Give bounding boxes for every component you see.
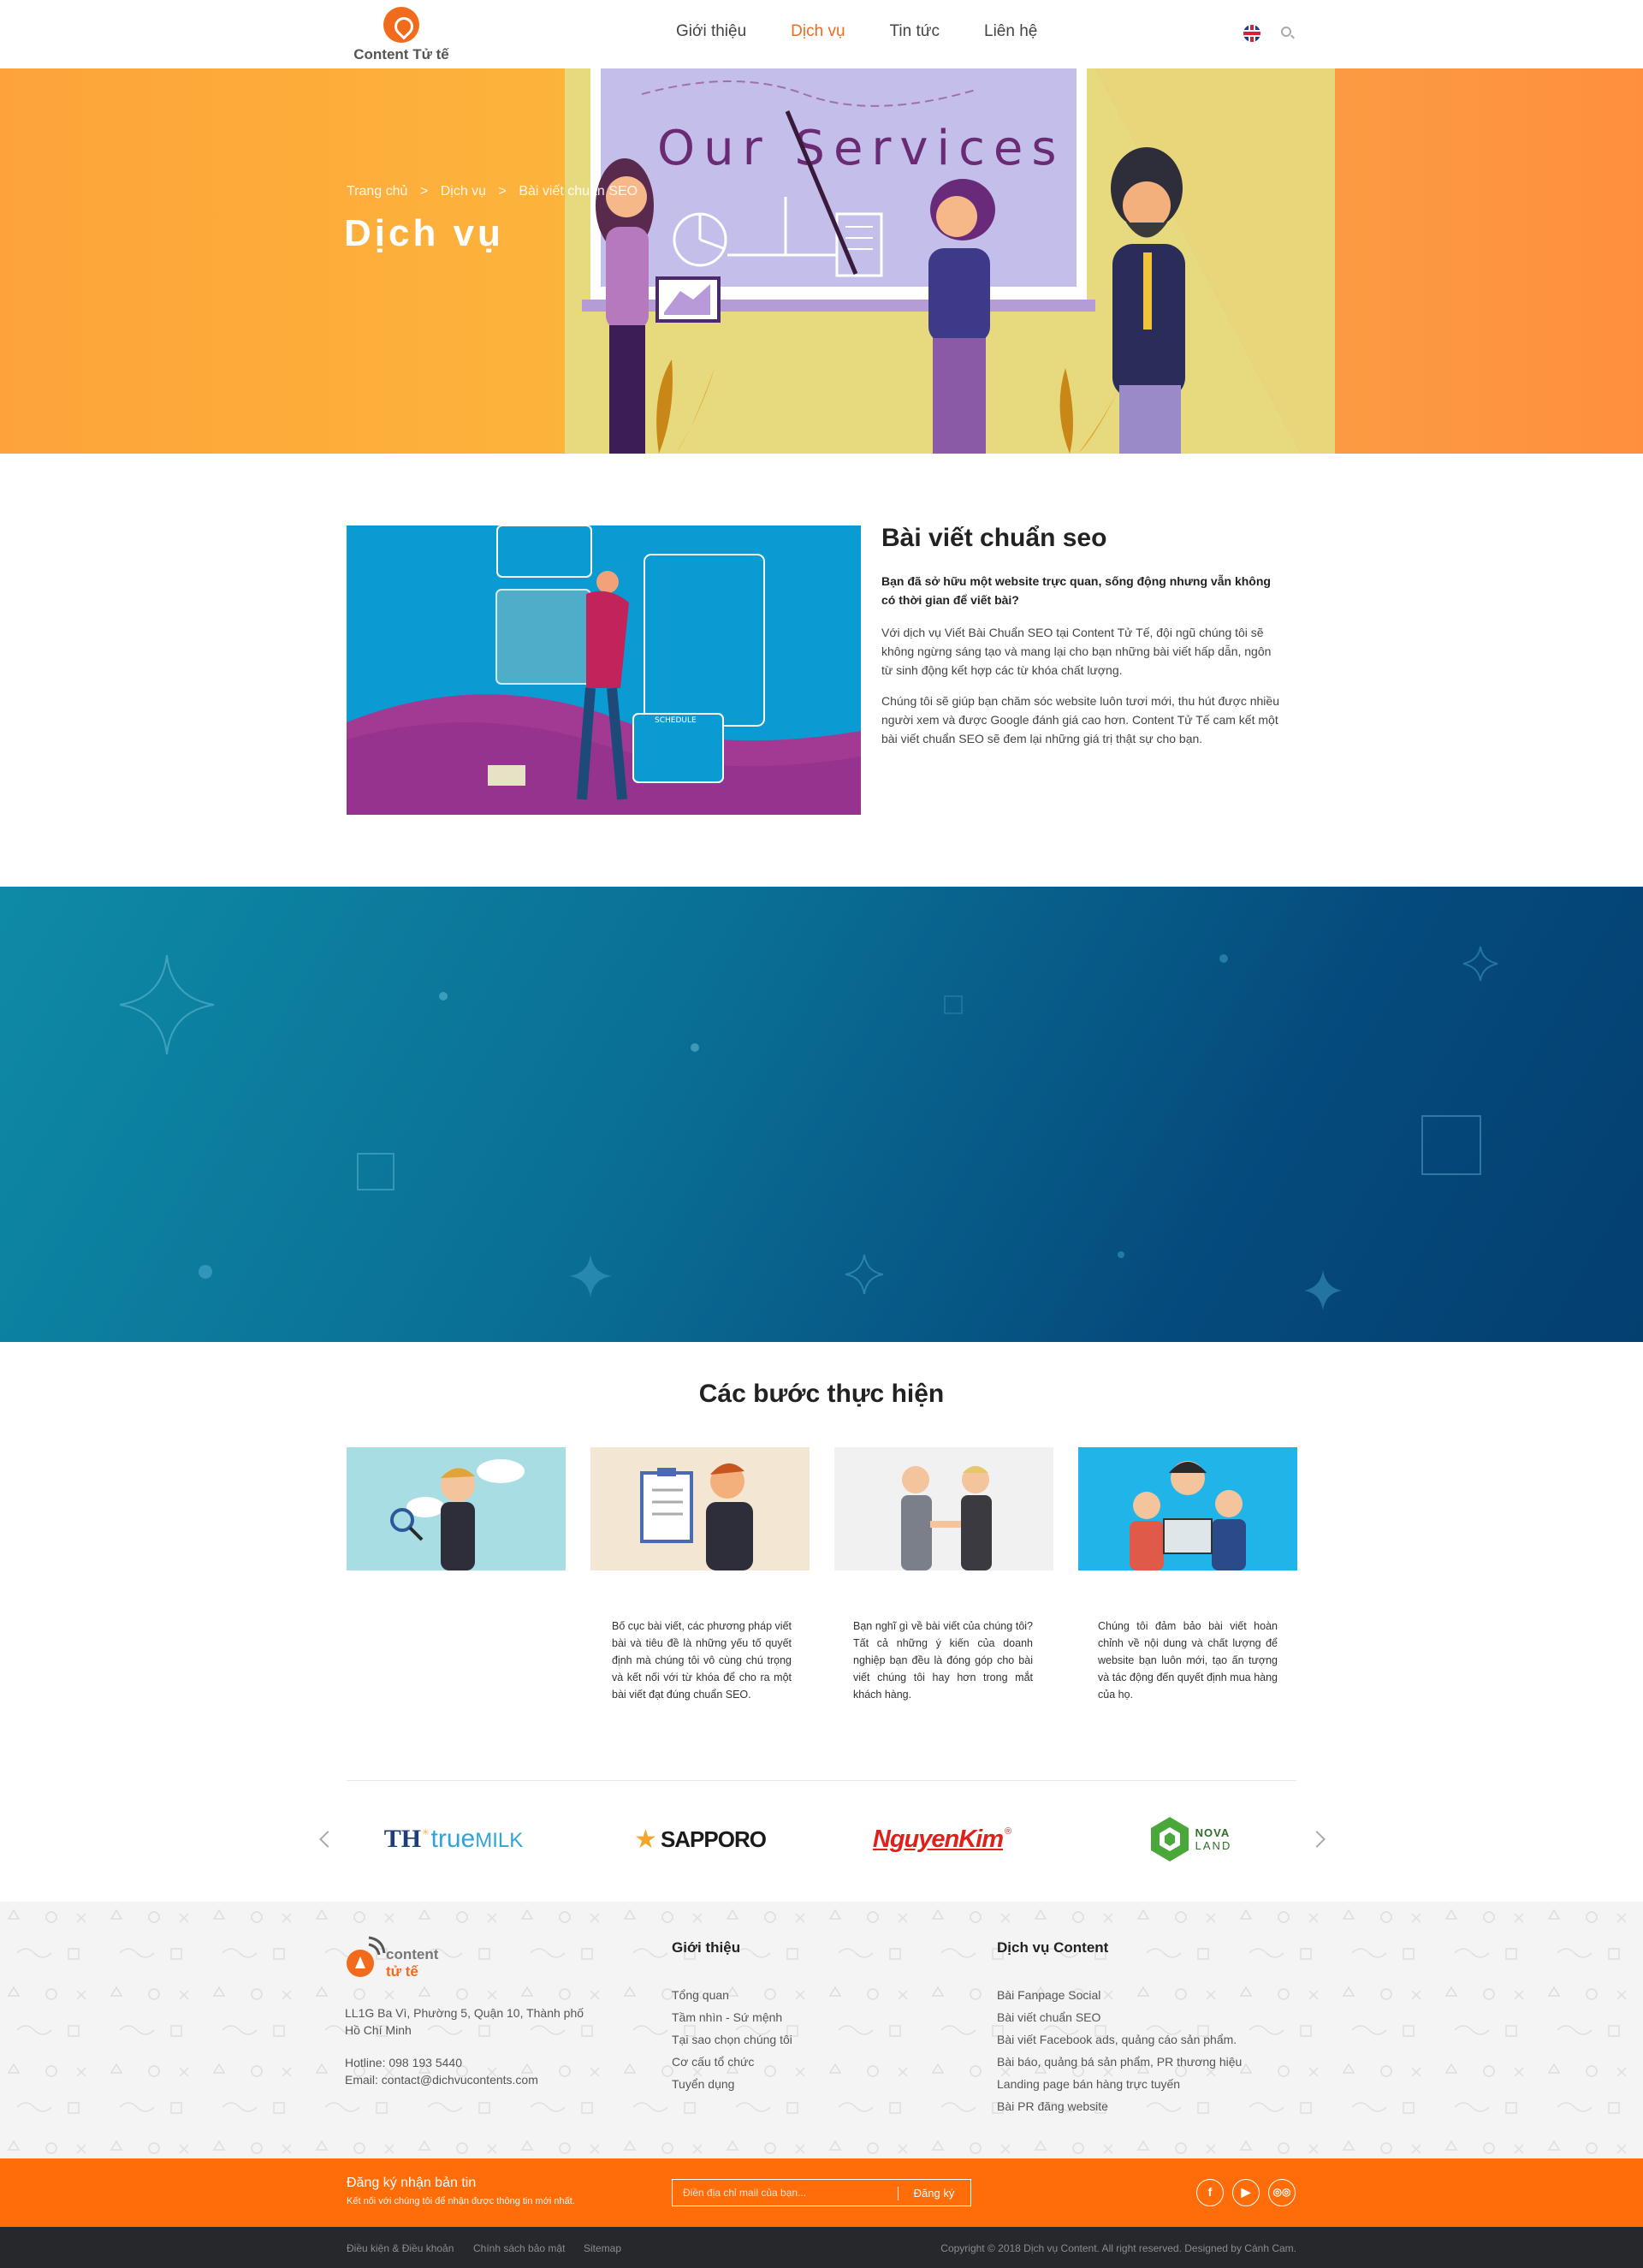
youtube-icon[interactable]: ▶ — [1232, 2179, 1260, 2206]
footer-link[interactable]: Tổng quan — [672, 1984, 792, 2006]
page-title: Dịch vụ — [344, 212, 504, 254]
breadcrumb: Trang chủ > Dịch vụ > Bài viết chuẩn SEO — [347, 184, 646, 199]
copyright-text: Copyright © 2018 Dịch vụ Content. All ri… — [940, 2242, 1296, 2254]
client-milk-text: MILK — [475, 1829, 524, 1852]
uk-flag-icon[interactable] — [1243, 25, 1260, 42]
breadcrumb-services[interactable]: Dịch vụ — [441, 184, 486, 199]
privacy-link[interactable]: Chính sách bảo mật — [473, 2242, 565, 2254]
site-header: Content Tử tế Giới thiệu Dịch vụ Tin tức… — [0, 0, 1643, 68]
service-title: Bài viết chuẩn seo — [881, 524, 1107, 552]
seo-illustration: SCHEDULE — [347, 525, 861, 815]
client-nguyenkim-text: NguyenKim — [872, 1825, 1004, 1853]
step-1-image — [347, 1447, 566, 1570]
nav-item-tin-tuc[interactable]: Tin tức — [890, 22, 940, 41]
breadcrumb-home[interactable]: Trang chủ — [347, 184, 407, 199]
footer-link[interactable]: Bài báo, quảng bá sản phẩm, PR thương hi… — [997, 2051, 1242, 2073]
footer-logo-text: content — [386, 1946, 439, 1962]
newsletter-subscribe-button[interactable]: Đăng ký — [898, 2179, 971, 2206]
client-truemilk-text: true — [430, 1825, 476, 1853]
footer-link[interactable]: Bài PR đăng website — [997, 2095, 1242, 2117]
copyright-bar: Điều kiện & Điều khoản Chính sách bảo mậ… — [0, 2227, 1643, 2268]
registered-icon: ® — [1005, 1826, 1012, 1837]
step-2-image — [590, 1447, 810, 1570]
breadcrumb-current: Bài viết chuẩn SEO — [519, 184, 638, 199]
newsletter-subtitle: Kết nối với chúng tôi để nhận được thông… — [347, 2196, 575, 2206]
footer-address: LL1G Ba Vì, Phường 5, Quận 10, Thành phố… — [345, 2006, 584, 2037]
logo[interactable]: Content Tử tế — [346, 7, 457, 63]
footer-link[interactable]: Cơ cấu tổ chức — [672, 2051, 792, 2073]
carousel-prev-icon[interactable] — [317, 1828, 330, 1850]
board-text: Our Services — [657, 121, 1065, 176]
star-icon: ★ — [634, 1825, 657, 1854]
newsletter-title: Đăng ký nhận bản tin — [347, 2176, 477, 2190]
hero-illustration: Our Services — [565, 68, 1335, 454]
hero-banner: Our Services Trang chủ > Dịch vụ > Bài v… — [0, 68, 1643, 454]
pen-nib-icon — [383, 7, 419, 43]
client-th-text: TH — [383, 1825, 422, 1853]
step-4-text: Chúng tôi đảm bảo bài viết hoàn chỉnh về… — [1098, 1620, 1278, 1701]
nav-item-lien-he[interactable]: Liên hệ — [984, 22, 1037, 41]
footer-link[interactable]: Tại sao chọn chúng tôi — [672, 2028, 792, 2051]
decorative-band — [0, 887, 1643, 1342]
client-land-text: LAND — [1195, 1839, 1232, 1852]
footer-col-about-title: Giới thiệu — [672, 1939, 741, 1956]
carousel-next-icon[interactable] — [1313, 1828, 1326, 1850]
site-footer — [0, 1902, 1643, 2158]
client-logo-novaland[interactable]: NOVA LAND — [1133, 1814, 1248, 1864]
step-2-text: Bố cục bài viết, các phương pháp viết bà… — [612, 1620, 792, 1701]
footer-hotline[interactable]: Hotline: 098 193 5440 — [345, 2056, 462, 2069]
footer-col-services-links: Bài Fanpage Social Bài viết chuẩn SEO Bà… — [997, 1984, 1242, 2117]
terms-link[interactable]: Điều kiện & Điều khoản — [347, 2242, 454, 2254]
footer-email[interactable]: Email: contact@dichvucontents.com — [345, 2073, 538, 2087]
newsletter-email-input[interactable] — [672, 2179, 898, 2206]
breadcrumb-separator: > — [498, 184, 507, 199]
novaland-mark-icon — [1150, 1817, 1189, 1861]
schedule-label: SCHEDULE — [655, 716, 697, 725]
footer-logo[interactable]: content tử tế — [345, 1933, 448, 1986]
search-icon[interactable] — [1281, 27, 1291, 37]
footer-link[interactable]: Tuyển dụng — [672, 2073, 792, 2095]
client-nova-text: NOVA — [1195, 1826, 1231, 1839]
footer-link[interactable]: Tầm nhìn - Sứ mệnh — [672, 2006, 792, 2028]
sitemap-link[interactable]: Sitemap — [584, 2242, 621, 2254]
logo-text: Content Tử tế — [353, 46, 449, 62]
pen-nib-icon — [347, 1936, 386, 1977]
service-paragraph-2: Chúng tôi sẽ giúp bạn chăm sóc website l… — [881, 694, 1279, 745]
service-lead: Bạn đã sở hữu một website trực quan, sốn… — [881, 574, 1271, 607]
footer-link[interactable]: Landing page bán hàng trực tuyến — [997, 2073, 1242, 2095]
service-paragraph-1: Với dịch vụ Viết Bài Chuẩn SEO tại Conte… — [881, 626, 1272, 677]
main-nav: Giới thiệu Dịch vụ Tin tức Liên hệ — [676, 22, 1082, 41]
footer-link[interactable]: Bài viết Facebook ads, quảng cáo sản phẩ… — [997, 2028, 1242, 2051]
star-icon: ✳ — [422, 1827, 430, 1838]
footer-link[interactable]: Bài viết chuẩn SEO — [997, 2006, 1242, 2028]
newsletter-bar: Đăng ký nhận bản tin Kết nối với chúng t… — [0, 2158, 1643, 2227]
breadcrumb-separator: > — [419, 184, 429, 199]
facebook-icon[interactable]: f — [1196, 2179, 1224, 2206]
nav-item-dich-vu[interactable]: Dịch vụ — [791, 22, 845, 41]
footer-col-about-links: Tổng quan Tầm nhìn - Sứ mệnh Tại sao chọ… — [672, 1984, 792, 2095]
tripadvisor-icon[interactable]: ◎◎ — [1268, 2179, 1296, 2206]
nav-item-gioi-thieu[interactable]: Giới thiệu — [676, 22, 746, 41]
footer-link[interactable]: Bài Fanpage Social — [997, 1984, 1242, 2006]
section-divider — [347, 1780, 1296, 1781]
footer-col-services-title: Dịch vụ Content — [997, 1939, 1109, 1956]
footer-pattern — [0, 1902, 1643, 2158]
step-3-image — [834, 1447, 1053, 1570]
step-3-text: Bạn nghĩ gì về bài viết của chúng tôi? T… — [853, 1620, 1033, 1701]
client-logo-nguyenkim[interactable]: NguyenKim ® — [852, 1814, 1032, 1864]
client-logo-th-truemilk[interactable]: TH ✳ true MILK — [368, 1814, 539, 1864]
steps-title: Các bước thực hiện — [698, 1380, 945, 1408]
client-sapporo-text: SAPPORO — [660, 1826, 767, 1852]
footer-logo-text-accent: tử tế — [386, 1963, 418, 1980]
client-logo-sapporo[interactable]: ★ SAPPORO — [623, 1814, 777, 1864]
step-4-image — [1078, 1447, 1297, 1570]
